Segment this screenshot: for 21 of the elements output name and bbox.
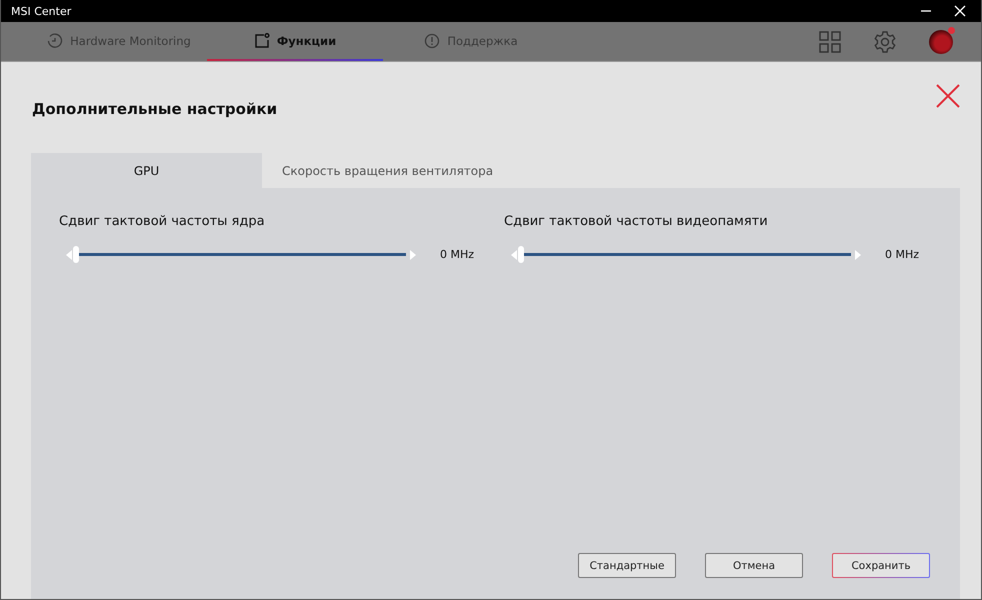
increase-arrow-icon[interactable] <box>854 250 861 260</box>
alert-icon <box>424 32 440 48</box>
clock-icon <box>47 32 64 48</box>
save-button[interactable]: Сохранить <box>832 553 930 578</box>
dialog-button[interactable]: Стандартные <box>578 553 676 578</box>
nav-tab[interactable]: Функции <box>207 22 383 61</box>
slider-value: 0 MHz <box>440 248 474 261</box>
slider-thumb[interactable] <box>73 246 79 263</box>
grid-icon[interactable] <box>819 30 841 52</box>
square-icon <box>254 32 270 48</box>
slider-label: Сдвиг тактовой частоты видеопамяти <box>504 214 769 229</box>
slider-value: 0 MHz <box>884 248 919 261</box>
slider-label: Сдвиг тактовой частоты ядра <box>59 214 266 229</box>
settings-icon[interactable] <box>873 30 897 54</box>
slider-thumb[interactable] <box>518 246 524 263</box>
avatar-icon[interactable] <box>929 30 953 54</box>
increase-arrow-icon[interactable] <box>410 250 416 260</box>
tab[interactable]: GPU <box>31 153 262 188</box>
dialog-title: Дополнительные настройки <box>32 100 278 118</box>
window-title: MSI Center <box>11 4 72 18</box>
dialog-button[interactable]: Отмена <box>705 553 803 578</box>
